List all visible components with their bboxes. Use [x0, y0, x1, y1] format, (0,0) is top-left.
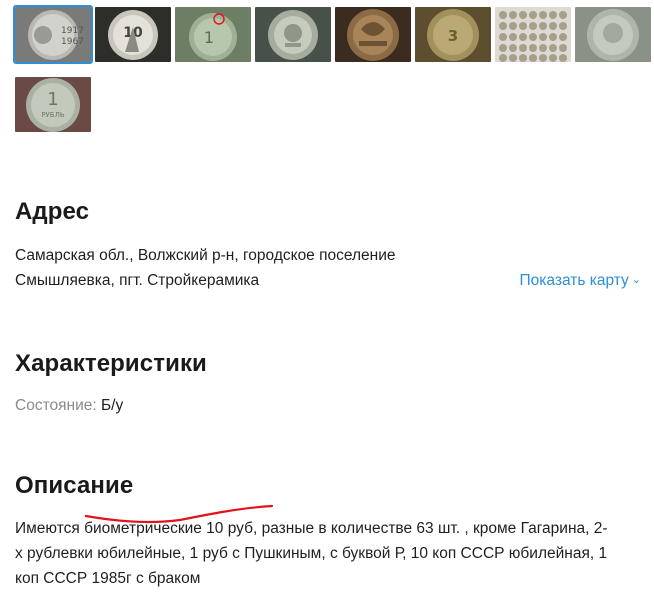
description-heading: Описание: [15, 472, 134, 499]
thumbnail-6[interactable]: 3: [415, 7, 491, 62]
thumbnail-9[interactable]: 1 РУБЛЬ: [15, 77, 91, 132]
description-line-1: Имеются биометрические 10 руб, разные в …: [15, 520, 608, 537]
description-text: Имеются биометрические 10 руб, разные в …: [15, 516, 645, 591]
coin-photo-icon: [255, 7, 331, 62]
show-map-label: Показать карту: [519, 272, 629, 289]
condition-row: Состояние: Б/у: [15, 395, 123, 417]
coin-photo-icon: [575, 7, 651, 62]
svg-text:РУБЛЬ: РУБЛЬ: [41, 111, 65, 119]
thumbnail-8[interactable]: [575, 7, 651, 62]
coin-photo-icon: [335, 7, 411, 62]
thumbnail-5[interactable]: [335, 7, 411, 62]
svg-text:1: 1: [47, 89, 58, 110]
svg-text:1917: 1917: [61, 26, 84, 36]
address-heading: Адрес: [15, 198, 90, 225]
coin-photo-icon: 1 РУБЛЬ: [15, 77, 91, 132]
thumbnail-2[interactable]: 10: [95, 7, 171, 62]
coin-photo-icon: 1917 1967: [15, 7, 91, 62]
svg-text:1967: 1967: [61, 37, 84, 47]
show-map-link[interactable]: Показать карту ⌄: [520, 272, 641, 290]
characteristics-heading: Характеристики: [15, 350, 207, 377]
address-line-2: Смышляевка, пгт. Стройкерамика: [15, 272, 260, 289]
svg-text:3: 3: [448, 27, 458, 45]
thumbnail-7[interactable]: [495, 7, 571, 62]
description-line-3: коп СССР 1985г с браком: [15, 570, 201, 587]
chevron-down-icon: ⌄: [631, 274, 641, 286]
svg-text:1: 1: [204, 28, 214, 47]
thumbnail-4[interactable]: [255, 7, 331, 62]
description-line-2: х рублевки юбилейные, 1 руб с Пушкиным, …: [15, 545, 608, 562]
coin-photo-icon: 10: [95, 7, 171, 62]
address-text: Самарская обл., Волжский р-н, городское …: [15, 243, 395, 293]
thumbnail-3[interactable]: 1: [175, 7, 251, 62]
condition-value: Б/у: [100, 397, 124, 414]
coin-photo-icon: 3: [415, 7, 491, 62]
address-line-1: Самарская обл., Волжский р-н, городское …: [15, 247, 396, 264]
condition-label: Состояние:: [15, 397, 97, 414]
coin-photo-icon: 1: [175, 7, 251, 62]
coin-grid-photo-icon: [495, 7, 571, 62]
thumbnail-1[interactable]: 1917 1967: [13, 5, 93, 64]
